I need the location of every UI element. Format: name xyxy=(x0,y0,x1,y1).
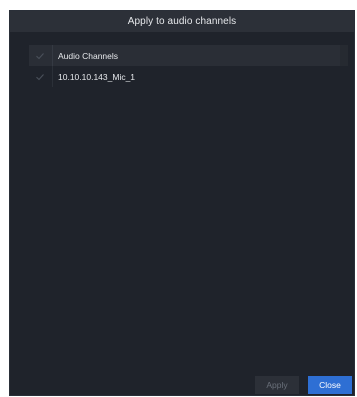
checkmark-icon xyxy=(36,52,44,59)
dialog-title: Apply to audio channels xyxy=(127,16,237,27)
column-divider xyxy=(52,66,53,87)
audio-channel-list: Audio Channels 10.10.10.143_Mic_1 xyxy=(29,45,348,345)
channel-name: 10.10.10.143_Mic_1 xyxy=(58,71,136,82)
list-header-row: Audio Channels xyxy=(29,45,348,66)
row-checkbox[interactable] xyxy=(34,71,46,83)
apply-audio-dialog: Apply to audio channels Audio Channels 1… xyxy=(9,10,355,396)
apply-button[interactable]: Apply xyxy=(255,376,299,394)
select-all-checkbox[interactable] xyxy=(34,50,46,62)
list-item[interactable]: 10.10.10.143_Mic_1 xyxy=(29,66,348,87)
checkmark-icon xyxy=(36,73,44,80)
dialog-title-bar: Apply to audio channels xyxy=(10,11,354,32)
close-button[interactable]: Close xyxy=(308,376,352,394)
column-divider xyxy=(52,45,53,66)
list-header-label: Audio Channels xyxy=(58,50,119,61)
